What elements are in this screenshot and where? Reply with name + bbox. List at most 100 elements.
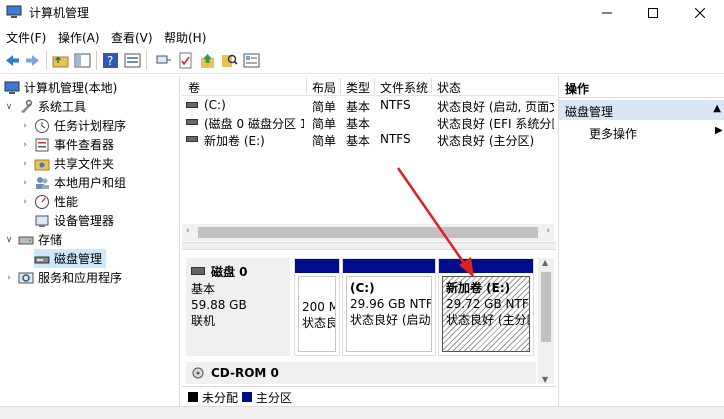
tree-item-device-manager[interactable]: 设备管理器 [34, 211, 114, 230]
tree-item-performance[interactable]: › 性能 [20, 192, 78, 211]
scrollbar-thumb[interactable] [198, 227, 538, 238]
volume-icon [186, 102, 198, 108]
table-row[interactable]: 新加卷 (E:) 简单 基本 NTFS 状态良好 (主分区) [182, 131, 556, 148]
column-header-status[interactable]: 状态 [437, 79, 461, 96]
actions-section-label: 磁盘管理 [565, 105, 614, 119]
device-manager-icon [35, 215, 49, 227]
column-header-filesystem[interactable]: 文件系统 [380, 79, 428, 96]
shared-folder-icon [34, 159, 50, 170]
chevron-down-icon[interactable]: ∨ [4, 235, 14, 245]
disk-type: 基本 [191, 282, 216, 296]
chevron-right-icon[interactable]: › [4, 273, 14, 283]
partition-c[interactable]: (C:) 29.96 GB NTFS 状态良好 (启动, [342, 258, 436, 356]
maximize-button[interactable] [630, 0, 676, 25]
tree-item-system-tools[interactable]: ∨ 系统工具 [4, 97, 86, 116]
cell-type: 基本 [346, 100, 371, 114]
minimize-button[interactable] [584, 0, 630, 25]
table-row[interactable]: (C:) 简单 基本 NTFS 状态良好 (启动, 页面文 [182, 97, 556, 114]
cell-type: 基本 [346, 117, 371, 131]
tree-item-services-apps[interactable]: › 服务和应用程序 [4, 268, 122, 287]
menu-help[interactable]: 帮助(H) [164, 29, 206, 46]
column-header-type[interactable]: 类型 [346, 79, 370, 96]
collapse-icon[interactable]: ▲ [713, 103, 721, 114]
cell-status: 状态良好 (启动, 页面文 [437, 100, 554, 114]
menu-action[interactable]: 操作(A) [58, 29, 100, 46]
close-button[interactable] [677, 0, 723, 25]
horizontal-scrollbar[interactable]: ‹ › [182, 224, 554, 241]
tree-item-task-scheduler[interactable]: › 任务计划程序 [20, 116, 126, 135]
menu-file[interactable]: 文件(F) [6, 29, 46, 46]
disk-0-partitions: 200 M 状态良 (C:) 29.96 GB NTFS 状态良好 (启动, 新… [294, 258, 534, 356]
computer-management-icon [6, 5, 22, 18]
tree-label: 事件查看器 [54, 138, 115, 152]
scroll-up-icon[interactable]: ▲ [542, 258, 548, 267]
tree-label: 存储 [38, 233, 63, 247]
column-header-layout[interactable]: 布局 [312, 79, 336, 96]
partition-efi[interactable]: 200 M 状态良 [294, 258, 340, 356]
pane-splitter[interactable] [182, 242, 556, 250]
properties-icon[interactable] [124, 52, 141, 69]
tools-icon [21, 99, 33, 113]
vertical-scrollbar[interactable]: ▲ ▼ [538, 258, 554, 384]
volume-icon [186, 136, 198, 142]
show-hide-tree-icon[interactable] [74, 52, 91, 69]
table-row[interactable]: (磁盘 0 磁盘分区 1) 简单 基本 状态良好 (EFI 系统分区 [182, 114, 556, 131]
tree-label: 性能 [54, 195, 79, 209]
more-actions-link[interactable]: 更多操作 [589, 125, 637, 142]
chevron-down-icon[interactable]: ∨ [4, 102, 14, 112]
disk-0-info[interactable]: 磁盘 0 基本 59.88 GB 联机 [186, 258, 290, 356]
partition-size: 29.72 GB NTFS [446, 297, 530, 311]
cell-status: 状态良好 (主分区) [437, 134, 535, 148]
partition-size: 29.96 GB NTFS [350, 297, 432, 311]
tree-label: 共享文件夹 [54, 157, 115, 171]
window-title: 计算机管理 [29, 6, 90, 20]
upload-icon[interactable] [199, 52, 216, 69]
chevron-right-icon[interactable]: › [20, 140, 30, 150]
up-folder-icon[interactable] [52, 52, 69, 69]
cell-status: 状态良好 (EFI 系统分区 [437, 117, 554, 131]
chevron-right-icon[interactable]: › [20, 121, 30, 131]
cell-volume: 新加卷 (E:) [204, 134, 265, 148]
tree-item-root[interactable]: 计算机管理(本地) [4, 78, 117, 97]
storage-icon [18, 236, 34, 244]
volume-table-header: 卷 布局 类型 文件系统 状态 [182, 76, 556, 96]
tree-label: 任务计划程序 [54, 119, 127, 133]
cdrom-0-info[interactable]: CD-ROM 0 [186, 362, 536, 384]
cell-filesystem: NTFS [380, 132, 411, 146]
checklist-icon[interactable] [177, 52, 194, 69]
cell-layout: 简单 [312, 100, 337, 114]
partition-e[interactable]: 新加卷 (E:) 29.72 GB NTFS 状态良好 (主分区 [438, 258, 534, 356]
connect-icon[interactable] [155, 52, 172, 69]
tree-item-event-viewer[interactable]: › 事件查看器 [20, 135, 114, 154]
tree-item-storage[interactable]: ∨ 存储 [4, 230, 62, 249]
tree-item-local-users[interactable]: › 本地用户和组 [20, 173, 126, 192]
legend-unallocated: 未分配 [202, 391, 239, 405]
chevron-right-icon[interactable]: › [20, 178, 30, 188]
scrollbar-thumb[interactable] [541, 272, 551, 342]
partition-status: 状态良 [302, 316, 336, 330]
actions-header: 操作 [559, 76, 724, 98]
partition-status: 状态良好 (启动, [350, 313, 432, 327]
menu-view[interactable]: 查看(V) [111, 29, 153, 46]
cell-type: 基本 [346, 134, 371, 148]
scroll-down-icon[interactable]: ▼ [542, 375, 548, 384]
scroll-left-icon[interactable]: ‹ [186, 226, 190, 236]
legend-swatch-primary [242, 392, 252, 402]
tree-item-shared-folders[interactable]: › 共享文件夹 [20, 154, 114, 173]
view-icon[interactable] [243, 52, 260, 69]
column-header-volume[interactable]: 卷 [188, 79, 200, 96]
help-icon[interactable]: ? [102, 52, 119, 69]
back-icon[interactable] [4, 52, 21, 69]
actions-section-disk-management[interactable]: 磁盘管理 ▲ [559, 100, 724, 120]
scroll-right-icon[interactable]: › [546, 226, 550, 236]
maximize-icon [648, 7, 658, 18]
chevron-right-icon[interactable]: › [20, 197, 30, 207]
forward-icon[interactable] [24, 52, 41, 69]
more-actions-arrow-icon[interactable]: ▶ [715, 125, 723, 136]
search-icon[interactable] [221, 52, 238, 69]
tree-item-disk-management[interactable]: 磁盘管理 [34, 249, 107, 268]
cdrom-name: CD-ROM 0 [211, 366, 279, 380]
partition-status: 状态良好 (主分区 [446, 313, 530, 327]
chevron-right-icon[interactable]: › [20, 159, 30, 169]
tree-label: 本地用户和组 [54, 176, 127, 190]
